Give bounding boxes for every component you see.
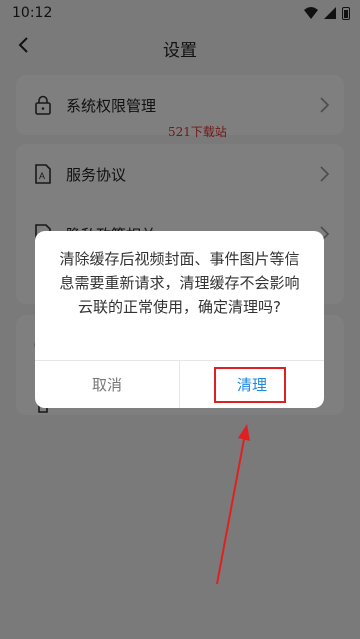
annotation-arrow-icon (216, 424, 250, 585)
clear-cache-dialog: 清除缓存后视频封面、事件图片等信息需要重新请求，清理缓存不会影响云联的正常使用，… (35, 231, 324, 408)
dialog-actions: 取消 清理 (35, 360, 324, 408)
clear-button[interactable]: 清理 (180, 361, 324, 408)
dialog-message: 清除缓存后视频封面、事件图片等信息需要重新请求，清理缓存不会影响云联的正常使用，… (59, 250, 300, 316)
highlight-box (214, 367, 286, 403)
cancel-button[interactable]: 取消 (35, 361, 180, 408)
